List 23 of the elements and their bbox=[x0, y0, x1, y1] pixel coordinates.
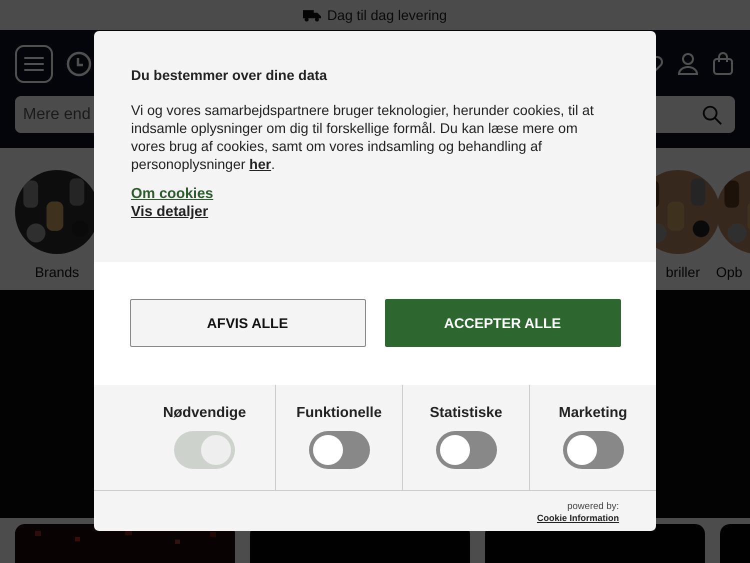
dialog-link[interactable]: Om cookies bbox=[131, 185, 214, 203]
dialog-link[interactable]: Vis detaljer bbox=[131, 203, 208, 221]
consent-text: Vi og vores samarbejdspartnere bruger teknologier, herunder cookies, til at indsamle oplysninger om dig til forskellige formål. Du kan læse mere om vores brug af cookies, samt om vores indsamling og behandling af personoplysninger her. bbox=[131, 101, 595, 173]
category-label: Marketing bbox=[558, 405, 628, 421]
user-icon[interactable] bbox=[676, 52, 700, 76]
category-label: Nødvendige bbox=[163, 405, 246, 421]
reject-button[interactable]: AFVIS ALLE bbox=[130, 298, 366, 346]
category-label: Statistiske bbox=[430, 405, 502, 421]
search-icon[interactable] bbox=[701, 104, 723, 126]
clock-icon[interactable] bbox=[66, 51, 92, 77]
truck-icon bbox=[303, 8, 322, 22]
dialog-title: Du bestemmer over dine data bbox=[131, 67, 328, 83]
powered-by-text: powered by: bbox=[567, 501, 619, 512]
toggle-switch[interactable] bbox=[562, 431, 624, 469]
category-label: Funktionelle bbox=[296, 405, 382, 421]
bag-icon[interactable] bbox=[711, 52, 735, 76]
toggle-switch[interactable] bbox=[436, 431, 497, 469]
menu-button[interactable] bbox=[15, 45, 53, 83]
privacy-link[interactable]: her bbox=[249, 156, 272, 172]
provider-link[interactable]: Cookie Information bbox=[536, 513, 619, 523]
accept-button[interactable]: ACCEPTER ALLE bbox=[384, 298, 620, 346]
delivery-text: Dag til dag levering bbox=[327, 7, 447, 23]
toggle-switch[interactable] bbox=[308, 431, 370, 469]
